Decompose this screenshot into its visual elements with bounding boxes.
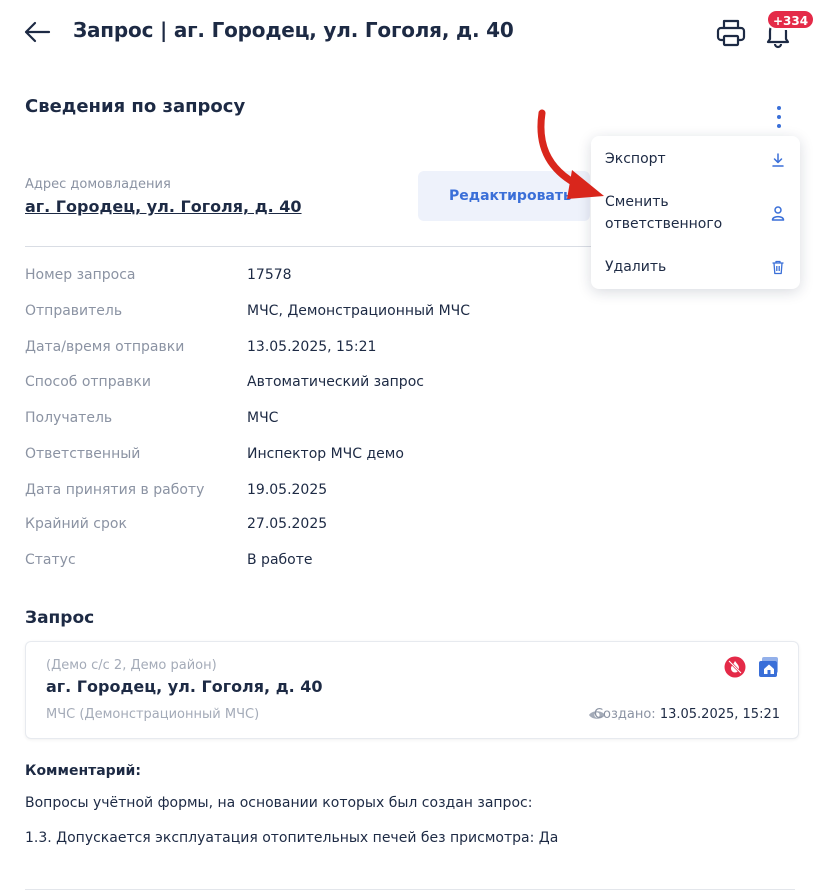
detail-row-status: Статус В работе xyxy=(25,552,725,574)
detail-key: Получатель xyxy=(25,410,113,426)
detail-value: МЧС xyxy=(247,410,279,426)
detail-value: МЧС, Демонстрационный МЧС xyxy=(247,303,471,319)
options-dropdown: Экспорт Сменить ответственного Удалить xyxy=(591,136,800,289)
section-title: Сведения по запросу xyxy=(25,96,246,117)
menu-item-label: Сменить ответственного xyxy=(605,194,723,232)
print-button[interactable] xyxy=(714,17,748,49)
detail-row-sender: Отправитель МЧС, Демонстрационный МЧС xyxy=(25,303,725,325)
detail-value: Инспектор МЧС демо xyxy=(247,446,404,462)
detail-key: Дата принятия в работу xyxy=(25,482,205,498)
menu-item-label: Удалить xyxy=(605,259,667,275)
kebab-dot xyxy=(777,124,781,128)
comment-title: Комментарий: xyxy=(25,763,141,779)
menu-item-delete[interactable]: Удалить xyxy=(591,255,800,285)
detail-key: Способ отправки xyxy=(25,374,151,390)
comment-line: Вопросы учётной формы, на основании кото… xyxy=(25,795,533,811)
detail-key: Ответственный xyxy=(25,446,141,462)
page-title: Запрос | аг. Городец, ул. Гоголя, д. 40 xyxy=(73,18,514,42)
kebab-dot xyxy=(777,106,781,110)
user-icon xyxy=(771,206,785,221)
detail-row-accepted-date: Дата принятия в работу 19.05.2025 xyxy=(25,482,725,504)
detail-row-send-method: Способ отправки Автоматический запрос xyxy=(25,374,725,396)
edit-button[interactable]: Редактировать xyxy=(418,171,590,221)
no-fire-icon[interactable] xyxy=(724,656,746,678)
menu-item-export[interactable]: Экспорт xyxy=(591,146,800,178)
detail-key: Дата/время отправки xyxy=(25,339,185,355)
created-label: Создано: xyxy=(593,707,656,722)
page-header: Запрос | аг. Городец, ул. Гоголя, д. 40 … xyxy=(0,0,822,64)
comment-line: 1.3. Допускается эксплуатация отопительн… xyxy=(25,830,559,846)
request-created: Создано: 13.05.2025, 15:21 xyxy=(594,707,780,722)
arrow-left-icon xyxy=(24,21,51,43)
more-options-button[interactable] xyxy=(768,103,790,131)
detail-value: 27.05.2025 xyxy=(247,516,328,532)
request-section-title: Запрос xyxy=(25,608,95,628)
house-icon[interactable] xyxy=(756,655,780,679)
detail-key: Статус xyxy=(25,552,76,568)
detail-value: В работе xyxy=(247,552,313,568)
download-icon xyxy=(772,153,784,167)
detail-value: 17578 xyxy=(247,267,292,283)
back-button[interactable] xyxy=(22,18,52,46)
menu-item-label: Экспорт xyxy=(605,151,666,167)
divider xyxy=(25,889,795,890)
detail-row-recipient: Получатель МЧС xyxy=(25,410,725,432)
detail-row-responsible: Ответственный Инспектор МЧС демо xyxy=(25,446,725,468)
detail-row-deadline: Крайний срок 27.05.2025 xyxy=(25,516,725,538)
kebab-dot xyxy=(777,115,781,119)
request-district: (Демо с/с 2, Демо район) xyxy=(46,658,217,673)
detail-value: Автоматический запрос xyxy=(247,374,424,390)
address-link[interactable]: аг. Городец, ул. Гоголя, д. 40 xyxy=(25,197,302,216)
trash-icon xyxy=(772,260,784,275)
detail-value: 13.05.2025, 15:21 xyxy=(247,339,377,355)
created-value: 13.05.2025, 15:21 xyxy=(659,707,780,722)
detail-key: Крайний срок xyxy=(25,516,127,532)
detail-key: Номер запроса xyxy=(25,267,136,283)
detail-row-sent-datetime: Дата/время отправки 13.05.2025, 15:21 xyxy=(25,339,725,361)
request-sender: МЧС (Демонстрационный МЧС) xyxy=(46,707,260,722)
printer-icon xyxy=(716,19,746,47)
menu-item-change-responsible[interactable]: Сменить ответственного xyxy=(591,189,800,237)
notification-badge: +334 xyxy=(766,9,816,30)
detail-key: Отправитель xyxy=(25,303,123,319)
detail-value: 19.05.2025 xyxy=(247,482,328,498)
request-card[interactable]: (Демо с/с 2, Демо район) аг. Городец, ул… xyxy=(25,641,799,739)
address-label: Адрес домовладения xyxy=(25,177,171,192)
request-address: аг. Городец, ул. Гоголя, д. 40 xyxy=(46,677,323,696)
